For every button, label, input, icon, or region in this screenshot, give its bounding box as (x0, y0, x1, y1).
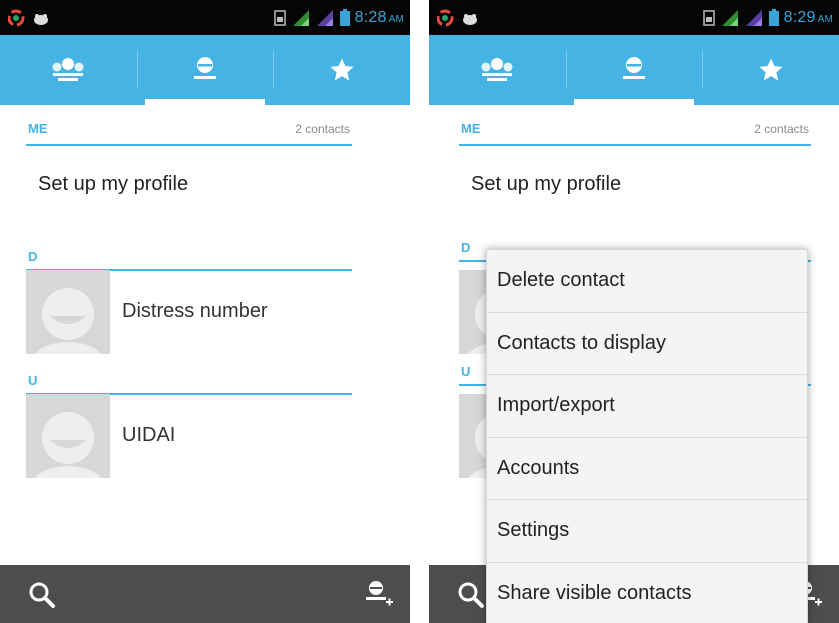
default-avatar-icon (26, 394, 110, 478)
menu-item-settings[interactable]: Settings (487, 500, 807, 563)
contact-name: UIDAI (122, 424, 176, 446)
contacts-screen-right: 8:29 AM ME 2 contacts Set up my profile … (429, 0, 839, 623)
battery-icon (339, 9, 350, 26)
tab-selected-indicator (573, 99, 695, 105)
status-system-icons: 8:28 AM (273, 8, 404, 28)
setup-profile-item[interactable]: Set up my profile (38, 173, 188, 196)
signal-1-icon (721, 10, 738, 26)
me-section-header: ME 2 contacts (459, 118, 811, 146)
star-icon (759, 58, 783, 81)
tab-selected-indicator (144, 99, 266, 105)
status-bar: 8:28 AM (0, 0, 410, 35)
overflow-menu: Delete contact Contacts to display Impor… (486, 249, 808, 623)
contact-row[interactable]: Distress number (26, 270, 352, 354)
contact-count: 2 contacts (754, 122, 809, 136)
groups-icon (52, 58, 84, 81)
tab-bar (0, 35, 410, 105)
tab-contacts[interactable] (565, 35, 703, 105)
contact-name: Distress number (122, 300, 268, 322)
notification-icons (436, 9, 477, 27)
menu-item-import-export[interactable]: Import/export (487, 375, 807, 438)
groups-icon (481, 58, 513, 81)
menu-item-share-visible-contacts[interactable]: Share visible contacts (487, 563, 807, 623)
me-section-header: ME 2 contacts (26, 118, 352, 146)
signal-2-icon (316, 10, 333, 26)
signal-1-icon (292, 10, 309, 26)
contacts-screen-left: 8:28 AM ME 2 contacts Set up my profile … (0, 0, 410, 623)
menu-item-accounts[interactable]: Accounts (487, 438, 807, 500)
contact-row[interactable]: UIDAI (26, 394, 352, 478)
letter-header-label: D (28, 249, 38, 264)
avatar (26, 394, 110, 478)
tab-bar (429, 35, 839, 105)
default-avatar-icon (26, 270, 110, 354)
letter-header-label: D (461, 240, 471, 255)
signal-2-icon (745, 10, 762, 26)
contact-person-icon (623, 57, 645, 79)
search-icon[interactable] (28, 581, 56, 609)
notification-icons (7, 9, 48, 27)
status-time: 8:29 AM (783, 9, 833, 26)
tab-favorites[interactable] (273, 35, 410, 105)
contact-count: 2 contacts (295, 122, 350, 136)
battery-icon (768, 9, 779, 26)
add-contact-icon[interactable] (364, 579, 394, 609)
status-notification-icons (7, 8, 58, 28)
setup-profile-item[interactable]: Set up my profile (471, 173, 621, 196)
tab-favorites[interactable] (702, 35, 839, 105)
status-bar: 8:29 AM (429, 0, 839, 35)
sim-icon (702, 10, 715, 26)
contact-person-icon (194, 57, 216, 79)
status-notification-icons (436, 8, 487, 28)
status-system-icons: 8:29 AM (702, 8, 833, 28)
letter-header-label: U (28, 373, 38, 388)
tab-contacts[interactable] (136, 35, 274, 105)
letter-header-u: U (26, 367, 352, 395)
status-time: 8:28 AM (354, 9, 404, 26)
search-icon[interactable] (457, 581, 485, 609)
bottom-action-bar (0, 565, 410, 623)
me-section-title: ME (461, 121, 481, 136)
avatar (26, 270, 110, 354)
letter-header-d: D (26, 243, 352, 271)
tab-groups[interactable] (0, 35, 137, 105)
me-section-title: ME (28, 121, 48, 136)
sim-icon (273, 10, 286, 26)
menu-item-contacts-to-display[interactable]: Contacts to display (487, 313, 807, 375)
menu-item-delete-contact[interactable]: Delete contact (487, 250, 807, 313)
letter-header-label: U (461, 364, 471, 379)
star-icon (330, 58, 354, 81)
tab-groups[interactable] (429, 35, 566, 105)
